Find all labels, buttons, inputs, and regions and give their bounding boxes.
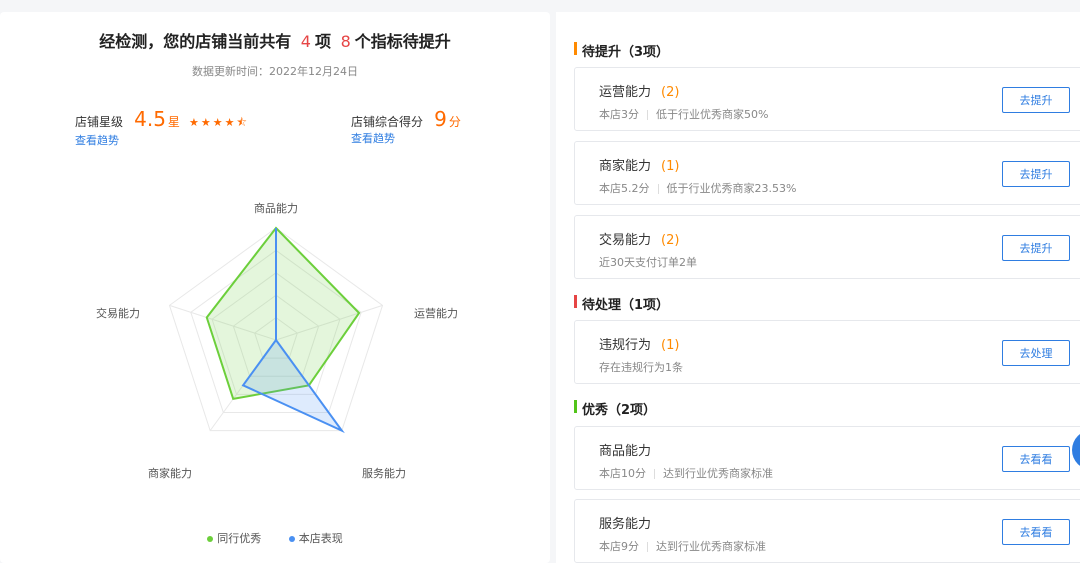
radar-axis-label: 商家能力 — [148, 466, 192, 480]
item-detail: 低于行业优秀商家23.53% — [666, 182, 797, 195]
item-name: 交易能力 — [599, 233, 652, 248]
item-detail: 近30天支付订单2单 — [599, 256, 697, 269]
item-count: (2) — [661, 85, 680, 100]
item-detail: 达到行业优秀商家标准 — [663, 467, 773, 480]
legend-item-peer[interactable]: 同行优秀 — [207, 532, 261, 545]
list-item: 违规行为 (1) 存在违规行为1条 去处理 — [574, 320, 1080, 384]
item-detail: 低于行业优秀商家50% — [656, 108, 769, 121]
item-name: 运营能力 — [599, 85, 652, 100]
section-title-to-handle: 待处理（1项） — [574, 294, 669, 313]
legend-dot-icon — [207, 536, 214, 542]
divider — [647, 542, 648, 552]
view-button[interactable]: 去看看 — [1002, 519, 1070, 545]
divider — [657, 184, 659, 194]
item-count: (1) — [661, 338, 680, 353]
improve-button[interactable]: 去提升 — [1002, 235, 1070, 261]
divider — [654, 469, 655, 479]
item-name: 商品能力 — [599, 444, 652, 459]
legend-label: 本店表现 — [298, 532, 343, 545]
list-item: 商品能力 本店10分 达到行业优秀商家标准 去看看 — [574, 426, 1080, 490]
list-item: 运营能力 (2) 本店3分 低于行业优秀商家50% 去提升 — [574, 67, 1080, 131]
item-detail: 本店9分 — [599, 540, 639, 553]
legend-dot-icon — [288, 536, 295, 542]
item-detail: 存在违规行为1条 — [599, 361, 683, 374]
item-name: 服务能力 — [599, 517, 652, 532]
radar-axis-label: 服务能力 — [362, 466, 406, 480]
item-detail: 本店3分 — [599, 108, 639, 121]
radar-axis-label: 运营能力 — [414, 306, 458, 320]
radar-chart: 商品能力运营能力服务能力 商家能力 交易能力 — [96, 201, 458, 480]
improve-button[interactable]: 去提升 — [1002, 161, 1070, 187]
divider — [647, 110, 648, 120]
item-count: (2) — [661, 233, 680, 248]
list-item: 商家能力 (1) 本店5.2分 低于行业优秀商家23.53% 去提升 — [574, 141, 1080, 205]
radar-series — [205, 226, 361, 434]
improve-button[interactable]: 去提升 — [1002, 87, 1070, 113]
item-detail: 本店10分 — [599, 467, 646, 480]
radar-legend: 同行优秀 本店表现 — [0, 530, 550, 546]
legend-label: 同行优秀 — [217, 532, 262, 545]
item-detail: 本店5.2分 — [599, 182, 650, 195]
radar-axis-label: 商品能力 — [254, 201, 298, 215]
view-button[interactable]: 去看看 — [1002, 446, 1070, 472]
handle-button[interactable]: 去处理 — [1002, 340, 1070, 366]
list-item: 交易能力 (2) 近30天支付订单2单 去提升 — [574, 215, 1080, 279]
item-name: 商家能力 — [599, 159, 652, 174]
section-title-to-improve: 待提升（3项） — [574, 41, 669, 60]
item-count: (1) — [661, 159, 680, 174]
list-item: 服务能力 本店9分 达到行业优秀商家标准 去看看 — [574, 499, 1080, 563]
item-detail: 达到行业优秀商家标准 — [656, 540, 766, 553]
legend-item-store[interactable]: 本店表现 — [288, 532, 343, 545]
section-title-excellent: 优秀（2项） — [574, 399, 656, 418]
item-name: 违规行为 — [599, 338, 652, 353]
radar-axis-label: 交易能力 — [96, 306, 140, 320]
